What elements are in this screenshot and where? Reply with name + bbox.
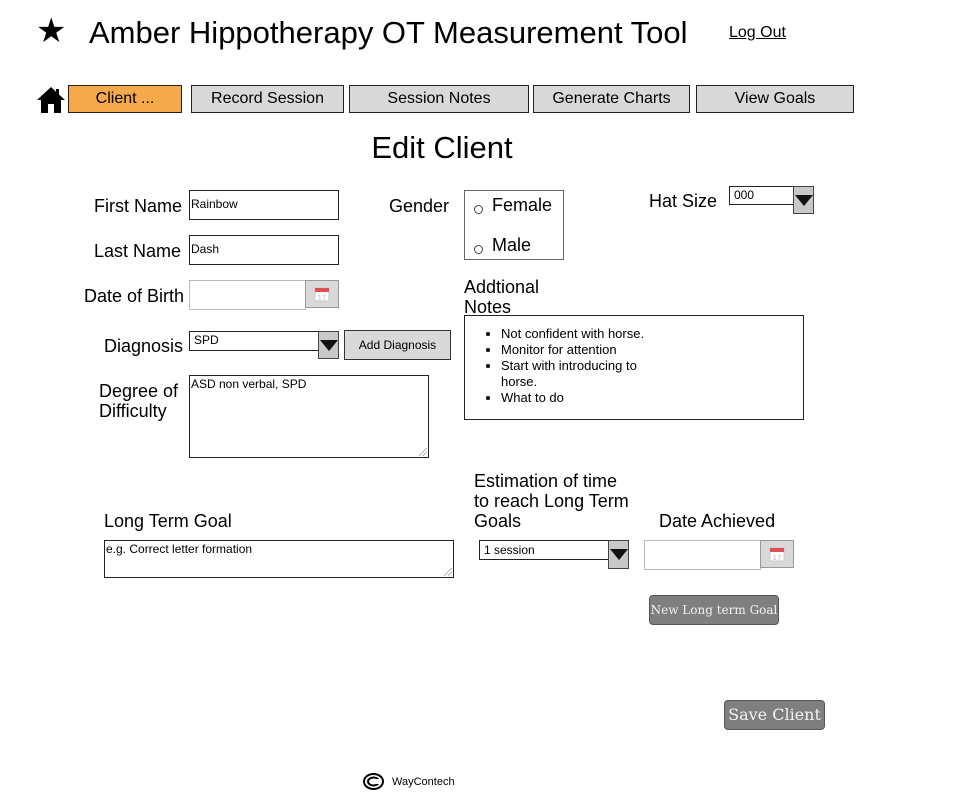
- calendar-icon: 17: [769, 547, 785, 562]
- difficulty-label-line2: Difficulty: [99, 401, 167, 421]
- add-diagnosis-button[interactable]: Add Diagnosis: [344, 330, 451, 360]
- dob-calendar-button[interactable]: 17: [305, 280, 339, 308]
- gender-label: Gender: [389, 196, 450, 216]
- first-name-field[interactable]: Rainbow: [189, 190, 339, 220]
- radio-male[interactable]: [474, 244, 483, 254]
- estimation-select[interactable]: 1 session: [479, 540, 610, 560]
- difficulty-label-line1: Degree of: [99, 381, 179, 401]
- resize-grip-icon[interactable]: [419, 448, 427, 456]
- tab-generate-charts[interactable]: Generate Charts: [533, 85, 690, 113]
- long-term-goal-field[interactable]: e.g. Correct letter formation: [104, 540, 454, 578]
- logout-link[interactable]: Log Out: [729, 24, 786, 42]
- last-name-field[interactable]: Dash: [189, 235, 339, 265]
- gender-option-female[interactable]: Female: [474, 195, 552, 215]
- diagnosis-dropdown-button[interactable]: [318, 331, 339, 359]
- notes-item: Start with introducing to horse.: [501, 358, 661, 390]
- gender-option-male-label: Male: [492, 235, 532, 255]
- notes-item: Not confident with horse.: [501, 326, 661, 342]
- notes-label-line2: Notes: [464, 297, 512, 317]
- hat-size-dropdown-button[interactable]: [793, 186, 814, 214]
- estimation-label-line3: Goals: [474, 511, 522, 531]
- copyright-icon: [363, 773, 384, 790]
- calendar-icon: 17: [314, 287, 330, 302]
- radio-female[interactable]: [474, 204, 483, 214]
- triangle-down-icon: [794, 194, 813, 206]
- tab-session-notes[interactable]: Session Notes: [349, 85, 529, 113]
- notes-label-line1: Addtional: [464, 277, 540, 297]
- last-name-label: Last Name: [94, 241, 182, 261]
- notes-box[interactable]: Not confident with horse. Monitor for at…: [464, 315, 804, 420]
- date-achieved-label: Date Achieved: [659, 511, 776, 531]
- long-term-goal-label: Long Term Goal: [104, 511, 232, 531]
- triangle-down-icon: [319, 339, 338, 351]
- tab-record-session[interactable]: Record Session: [191, 85, 344, 113]
- date-achieved-calendar-button[interactable]: 17: [760, 540, 794, 568]
- gender-option-male[interactable]: Male: [474, 235, 531, 255]
- new-long-term-goal-button[interactable]: New Long term Goal: [649, 595, 779, 625]
- resize-grip-icon[interactable]: [444, 568, 452, 576]
- diagnosis-select[interactable]: SPD: [189, 331, 320, 351]
- difficulty-textarea[interactable]: ASD non verbal, SPD: [189, 375, 429, 458]
- svg-text:17: 17: [318, 294, 327, 302]
- svg-text:17: 17: [773, 554, 782, 562]
- notes-item: What to do: [501, 390, 661, 406]
- date-achieved-field[interactable]: [644, 540, 761, 570]
- diagnosis-label: Diagnosis: [104, 336, 184, 356]
- star-icon: ★: [36, 12, 67, 50]
- home-icon[interactable]: [36, 86, 66, 114]
- company-name: WayContech: [392, 775, 455, 788]
- app-title: Amber Hippotherapy OT Measurement Tool: [89, 15, 688, 50]
- gender-radio-group: Female Male: [464, 190, 564, 260]
- hat-size-select[interactable]: 000: [729, 186, 796, 205]
- triangle-down-icon: [609, 549, 628, 560]
- gender-option-female-label: Female: [492, 195, 553, 215]
- estimation-label-line2: to reach Long Term: [474, 491, 629, 511]
- difficulty-value: ASD non verbal, SPD: [191, 377, 307, 391]
- estimation-dropdown-button[interactable]: [608, 540, 629, 569]
- notes-list: Not confident with horse. Monitor for at…: [465, 326, 803, 406]
- hat-size-label: Hat Size: [649, 191, 718, 211]
- estimation-label-line1: Estimation of time: [474, 471, 618, 491]
- save-client-button[interactable]: Save Client: [724, 700, 825, 730]
- long-term-goal-placeholder: e.g. Correct letter formation: [106, 542, 253, 556]
- first-name-label: First Name: [94, 196, 183, 216]
- tab-client[interactable]: Client ...: [68, 85, 182, 113]
- notes-item: Monitor for attention: [501, 342, 661, 358]
- dob-field[interactable]: [189, 280, 306, 310]
- tab-view-goals[interactable]: View Goals: [696, 85, 854, 113]
- page-title: Edit Client: [371, 130, 513, 165]
- dob-label: Date of Birth: [84, 286, 185, 306]
- footer: WayContech: [363, 773, 455, 790]
